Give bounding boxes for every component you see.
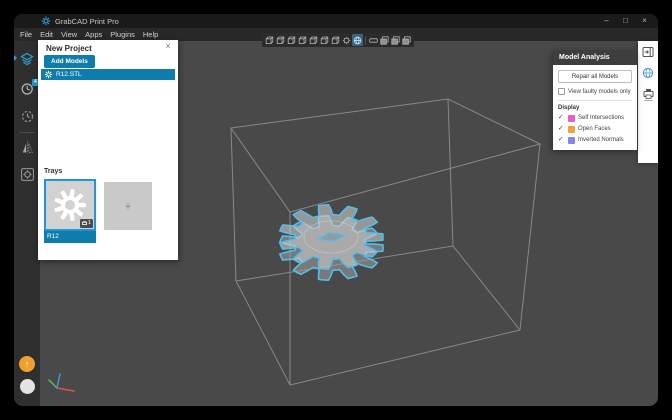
tray-thumbnail-selected[interactable]: 1 (44, 179, 96, 231)
checkmark-icon[interactable]: ✓ (558, 136, 565, 144)
view-front-icon[interactable] (264, 34, 275, 46)
add-tray-button[interactable]: + (104, 182, 152, 230)
printer-mini-icon (82, 221, 87, 226)
panel-divider (558, 100, 632, 101)
viewport-toolbar (262, 33, 414, 47)
app-logo-icon (41, 16, 51, 26)
tray-print-badge: 1 (80, 219, 93, 228)
duplicate-model-icon[interactable] (390, 34, 401, 46)
model-gear-icon (44, 70, 53, 79)
model-item-name: R12.STL (56, 71, 82, 78)
tray-name-label[interactable]: R12 (44, 231, 96, 243)
checkmark-icon[interactable]: ✓ (558, 114, 565, 122)
view-back-icon[interactable] (275, 34, 286, 46)
right-icon-strip (638, 41, 658, 163)
menu-file[interactable]: File (16, 28, 36, 41)
section-view-icon[interactable] (379, 34, 390, 46)
orientation-triad-icon (49, 374, 74, 391)
boxed-gear-icon (20, 167, 35, 182)
project-panel-title: New Project (46, 44, 92, 53)
maximize-button[interactable]: □ (616, 14, 635, 28)
display-item-inverted-normals[interactable]: ✓ Inverted Normals (558, 136, 632, 144)
repair-all-models-button[interactable]: Repair all Models (558, 70, 632, 83)
toolbar-divider (365, 36, 366, 45)
self-intersections-swatch (568, 115, 575, 122)
sidebar-item-print-jobs[interactable]: 4 (14, 80, 40, 96)
faulty-filter-checkbox[interactable] (558, 88, 565, 95)
sidebar-item-models[interactable] (14, 51, 40, 67)
titlebar: GrabCAD Print Pro – □ × (14, 14, 658, 28)
sidebar-divider (19, 132, 35, 133)
model-analysis-panel: Model Analysis Repair all Models View fa… (553, 50, 637, 150)
trays-section-label: Trays (44, 168, 62, 175)
tray-gear-preview-icon (52, 187, 88, 223)
view-settings-icon[interactable] (341, 34, 352, 46)
faulty-models-filter[interactable]: View faulty models only (558, 88, 632, 95)
close-button[interactable]: × (635, 14, 654, 28)
window-controls: – □ × (597, 14, 654, 28)
sidebar-item-machine-settings[interactable] (14, 166, 40, 182)
show-tray-icon[interactable] (368, 34, 379, 46)
display-item-self-intersections[interactable]: ✓ Self Intersections (558, 114, 632, 122)
sidebar-item-schedule[interactable] (14, 108, 40, 124)
gear-model[interactable] (280, 205, 383, 280)
globe-icon[interactable] (642, 67, 654, 79)
build-volume-wireframe (231, 99, 540, 385)
printer-icon[interactable] (642, 88, 655, 102)
minimize-button[interactable]: – (597, 14, 616, 28)
app-window: GrabCAD Print Pro – □ × File Edit View A… (14, 14, 658, 406)
checkmark-icon[interactable]: ✓ (558, 125, 565, 133)
faulty-filter-label: View faulty models only (568, 89, 631, 95)
window-title: GrabCAD Print Pro (55, 17, 119, 26)
left-toolbar: 4 ↑ (14, 41, 40, 406)
schedule-clock-icon (20, 109, 35, 124)
view-bottom-icon[interactable] (319, 34, 330, 46)
arrange-models-icon[interactable] (401, 34, 412, 46)
view-right-icon[interactable] (297, 34, 308, 46)
close-panel-icon[interactable]: × (163, 41, 173, 51)
new-project-panel: New Project × Add Models R12.STL Trays 1… (38, 40, 178, 260)
model-list-item[interactable]: R12.STL (41, 69, 175, 80)
view-left-icon[interactable] (286, 34, 297, 46)
add-models-button[interactable]: Add Models (44, 55, 95, 68)
model-library-icon (19, 52, 35, 67)
display-item-open-faces[interactable]: ✓ Open Faces (558, 125, 632, 133)
user-avatar[interactable] (20, 379, 35, 394)
orbit-mode-icon[interactable] (352, 34, 363, 46)
analysis-panel-title: Model Analysis (553, 50, 637, 65)
view-top-icon[interactable] (308, 34, 319, 46)
update-available-icon[interactable]: ↑ (19, 356, 35, 372)
mirror-icon (20, 140, 35, 155)
inverted-normals-swatch (568, 137, 575, 144)
collapse-panel-icon[interactable] (642, 46, 654, 58)
sidebar-item-mirror[interactable] (14, 139, 40, 155)
display-section-label: Display (558, 105, 632, 111)
view-isometric-icon[interactable] (330, 34, 341, 46)
open-faces-swatch (568, 126, 575, 133)
